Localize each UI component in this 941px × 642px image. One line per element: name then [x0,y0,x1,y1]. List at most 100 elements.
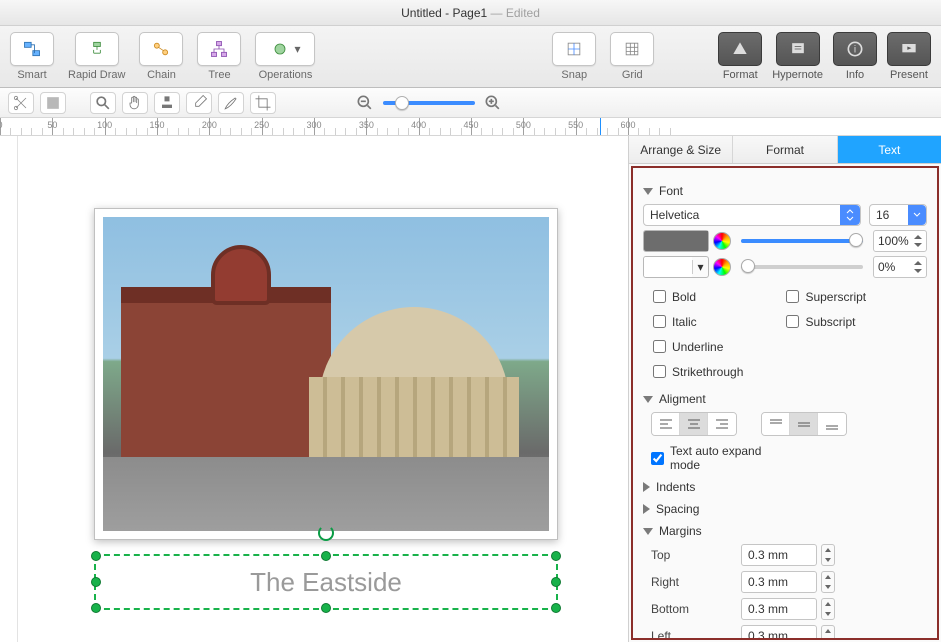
zoom-control[interactable] [355,93,503,113]
valign-bottom-button[interactable] [818,413,846,435]
margin-top-field[interactable]: 0.3 mm [741,544,817,566]
rotate-handle-icon[interactable] [318,525,334,541]
bg-opacity-slider[interactable] [741,265,863,269]
zoom-in-icon[interactable] [483,93,503,113]
text-color-swatch[interactable] [643,230,709,252]
section-indents[interactable]: Indents [643,480,927,494]
document-name: Untitled - Page1 [401,6,487,20]
image-frame[interactable] [94,208,558,540]
tool-format[interactable]: Format [718,32,762,81]
tool-smart[interactable]: Smart [10,32,54,81]
search-icon[interactable] [90,92,116,114]
text-opacity-slider[interactable] [741,239,863,243]
vertical-ruler[interactable] [0,136,18,642]
eyedropper-icon[interactable] [186,92,212,114]
tool-rapid-draw[interactable]: Rapid Draw [68,32,125,81]
disclosure-triangle-icon [643,188,653,195]
select-icon[interactable] [40,92,66,114]
margin-bottom-field[interactable]: 0.3 mm [741,598,817,620]
margin-right-field[interactable]: 0.3 mm [741,571,817,593]
checkbox-underline[interactable]: Underline [649,337,782,356]
checkbox-bold[interactable]: Bold [649,287,782,306]
color-picker-icon[interactable] [713,232,731,250]
section-font[interactable]: Font [643,184,927,198]
section-margins[interactable]: Margins [643,524,927,538]
checkbox-superscript[interactable]: Superscript [782,287,915,306]
margin-top-stepper[interactable] [821,544,835,566]
checkbox-auto-expand[interactable]: Text auto expand mode [647,444,783,472]
tool-snap[interactable]: Snap [552,32,596,81]
tool-tree[interactable]: Tree [197,32,241,81]
checkbox-italic[interactable]: Italic [649,312,782,331]
tool-chain[interactable]: Chain [139,32,183,81]
checkbox-strikethrough[interactable]: Strikethrough [649,362,782,381]
secondary-toolbar [0,88,941,118]
resize-handle[interactable] [551,577,561,587]
tool-info[interactable]: i Info [833,32,877,81]
zoom-slider[interactable] [383,101,475,105]
font-family-select[interactable]: Helvetica [643,204,861,226]
horizontal-ruler[interactable]: 050100150200250300350400450500550600 [0,118,941,136]
tool-present[interactable]: Present [887,32,931,81]
margin-left-field[interactable]: 0.3 mm [741,625,817,640]
caption-textbox[interactable]: The Eastside [94,554,558,610]
inspector-tabs: Arrange & Size Format Text [629,136,941,164]
tool-operations[interactable]: ▾ Operations [255,32,315,81]
tab-format[interactable]: Format [733,136,837,163]
align-right-button[interactable] [708,413,736,435]
resize-handle[interactable] [551,603,561,613]
caption-text: The Eastside [250,567,402,598]
text-opacity-field[interactable]: 100% [873,230,927,252]
margin-right-label: Right [651,575,741,589]
svg-text:i: i [854,44,856,55]
resize-handle[interactable] [91,603,101,613]
inspector-panel: Arrange & Size Format Text Font Helvetic… [628,136,941,642]
tab-text[interactable]: Text [838,136,941,163]
align-left-button[interactable] [652,413,680,435]
tool-smart-label: Smart [17,69,46,81]
valign-top-button[interactable] [762,413,790,435]
tool-grid[interactable]: Grid [610,32,654,81]
section-spacing[interactable]: Spacing [643,502,927,516]
margin-left-stepper[interactable] [821,625,835,640]
valign-middle-button[interactable] [790,413,818,435]
brush-icon[interactable] [218,92,244,114]
resize-handle[interactable] [551,551,561,561]
resize-handle[interactable] [321,603,331,613]
resize-handle[interactable] [91,551,101,561]
stamp-icon[interactable] [154,92,180,114]
resize-handle[interactable] [91,577,101,587]
tool-tree-label: Tree [208,69,230,81]
margin-top-label: Top [651,548,741,562]
bg-color-swatch[interactable]: ▾ [643,256,709,278]
disclosure-triangle-icon [643,482,650,492]
zoom-out-icon[interactable] [355,93,375,113]
tool-hypernote[interactable]: Hypernote [772,32,823,81]
hand-icon[interactable] [122,92,148,114]
font-size-field[interactable]: 16 [869,204,927,226]
font-size-value: 16 [876,208,889,222]
tool-operations-label: Operations [259,69,313,81]
margin-left-label: Left [651,629,741,640]
tool-snap-label: Snap [561,69,587,81]
main-toolbar: Smart Rapid Draw Chain Tree ▾ Operations… [0,26,941,88]
margin-bottom-stepper[interactable] [821,598,835,620]
checkbox-subscript[interactable]: Subscript [782,312,915,331]
disclosure-triangle-icon [643,396,653,403]
chevron-down-icon [908,205,926,225]
align-center-button[interactable] [680,413,708,435]
disclosure-triangle-icon [643,528,653,535]
tab-arrange-size[interactable]: Arrange & Size [629,136,733,163]
margin-bottom-label: Bottom [651,602,741,616]
margin-right-stepper[interactable] [821,571,835,593]
resize-handle[interactable] [321,551,331,561]
scissors-icon[interactable] [8,92,34,114]
inspector-body: Font Helvetica 16 100% ▾ [631,166,939,640]
canvas[interactable]: The Eastside [18,136,628,642]
document-state: — Edited [491,6,540,20]
title-bar: Untitled - Page1 — Edited [0,0,941,26]
color-picker-icon[interactable] [713,258,731,276]
section-aligment[interactable]: Aligment [643,392,927,406]
crop-icon[interactable] [250,92,276,114]
bg-opacity-field[interactable]: 0% [873,256,927,278]
